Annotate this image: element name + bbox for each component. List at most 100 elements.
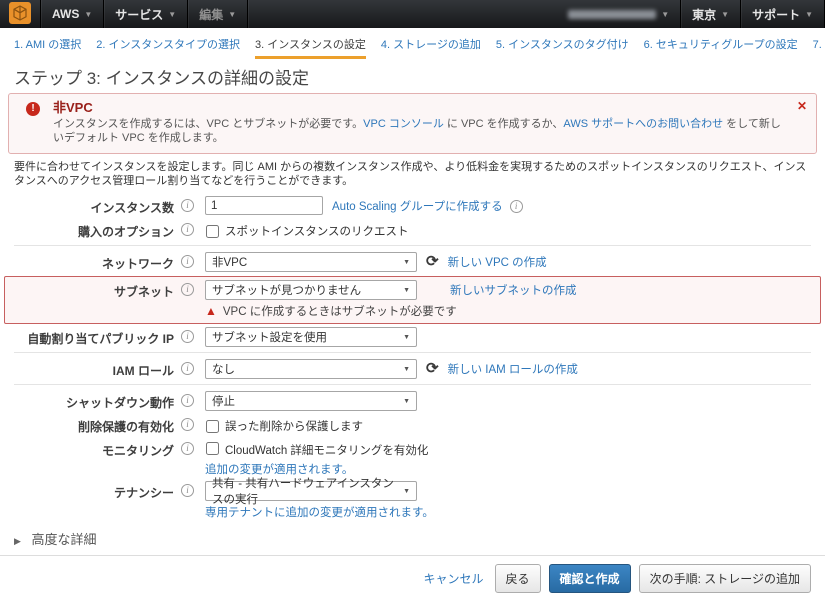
subnet-warning-text: VPC に作成するときはサブネットが必要です xyxy=(223,303,457,319)
vpc-console-link[interactable]: VPC コンソール xyxy=(363,118,444,130)
subnet-error-highlight: サブネット i サブネットが見つかりません ▼ 新しいサブネットの作成 ▲ VP… xyxy=(4,276,821,324)
subnet-select-value: サブネットが見つかりません xyxy=(212,282,361,298)
refresh-icon[interactable]: ⟳ xyxy=(426,360,439,378)
info-icon[interactable]: i xyxy=(181,283,194,296)
spot-instance-checkbox-label: スポットインスタンスのリクエスト xyxy=(225,220,409,239)
instance-count-input[interactable] xyxy=(205,196,323,215)
purchase-option-row: 購入のオプション i スポットインスタンスのリクエスト xyxy=(14,220,811,240)
create-iam-role-link[interactable]: 新しい IAM ロールの作成 xyxy=(448,361,578,377)
create-subnet-link[interactable]: 新しいサブネットの作成 xyxy=(450,282,577,298)
instance-count-label: インスタンス数 xyxy=(14,196,174,216)
info-icon[interactable]: i xyxy=(181,255,194,268)
network-select-value: 非VPC xyxy=(212,254,247,270)
cancel-link[interactable]: キャンセル xyxy=(424,570,484,587)
spot-instance-checkbox[interactable] xyxy=(206,225,219,238)
info-icon[interactable]: i xyxy=(181,418,194,431)
info-icon[interactable]: i xyxy=(181,362,194,375)
info-icon[interactable]: i xyxy=(181,442,194,455)
advanced-details-expander[interactable]: ▶ 高度な詳細 xyxy=(14,529,811,548)
tenancy-row: テナンシー i 共有 - 共有ハードウェアインスタンスの実行 ▼ 専用テナントに… xyxy=(14,481,811,520)
services-menu[interactable]: サービス ▼ xyxy=(104,0,188,28)
region-menu[interactable]: 東京 ▼ xyxy=(681,0,741,28)
refresh-icon[interactable]: ⟳ xyxy=(426,253,439,271)
chevron-down-icon: ▼ xyxy=(661,10,669,19)
chevron-down-icon: ▼ xyxy=(168,10,176,19)
aws-cube-logo-icon xyxy=(9,2,31,27)
iam-role-row: IAM ロール i なし ▼ ⟳ 新しい IAM ロールの作成 xyxy=(14,359,811,379)
aws-menu[interactable]: AWS ▼ xyxy=(41,0,104,28)
chevron-down-icon: ▼ xyxy=(403,259,410,266)
public-ip-row: 自動割り当てパブリック IP i サブネット設定を使用 ▼ xyxy=(14,327,811,347)
chevron-down-icon: ▼ xyxy=(721,10,729,19)
support-menu[interactable]: サポート ▼ xyxy=(741,0,825,28)
chevron-down-icon: ▼ xyxy=(403,287,410,294)
info-icon[interactable]: i xyxy=(510,200,523,213)
no-vpc-error-banner: ! ✕ 非VPC インスタンスを作成するには、VPC とサブネットが必要です。V… xyxy=(8,93,817,154)
step-6-security-group[interactable]: 6. セキュリティグループの設定 xyxy=(644,36,798,59)
auto-scaling-group-link[interactable]: Auto Scaling グループに作成する xyxy=(332,198,503,214)
page-title: ステップ 3: インスタンスの詳細の設定 xyxy=(14,64,811,89)
termination-protection-label: 削除保護の有効化 xyxy=(14,415,174,435)
subnet-row: サブネット i サブネットが見つかりません ▼ 新しいサブネットの作成 ▲ VP… xyxy=(14,280,810,319)
step-3-configure-instance[interactable]: 3. インスタンスの設定 xyxy=(255,36,366,59)
user-name-redacted xyxy=(568,10,656,19)
tenancy-note-link[interactable]: 専用テナントに追加の変更が適用されます。 xyxy=(205,504,434,520)
back-button[interactable]: 戻る xyxy=(495,564,541,593)
step-1-choose-ami[interactable]: 1. AMI の選択 xyxy=(14,36,81,59)
info-icon[interactable]: i xyxy=(181,330,194,343)
step-5-tag-instance[interactable]: 5. インスタンスのタグ付け xyxy=(496,36,629,59)
network-select[interactable]: 非VPC ▼ xyxy=(205,252,417,272)
step-2-instance-type[interactable]: 2. インスタンスタイプの選択 xyxy=(96,36,240,59)
monitoring-label: モニタリング xyxy=(14,439,174,459)
chevron-down-icon: ▼ xyxy=(84,10,92,19)
error-text-part2: に VPC を作成するか、 xyxy=(444,118,564,130)
subnet-select[interactable]: サブネットが見つかりません ▼ xyxy=(205,280,417,300)
tenancy-label: テナンシー xyxy=(14,481,174,501)
wizard-footer: キャンセル 戻る 確認と作成 次の手順: ストレージの追加 xyxy=(0,556,825,593)
cloudwatch-monitoring-checkbox-label: CloudWatch 詳細モニタリングを有効化 xyxy=(225,439,428,458)
shutdown-behavior-row: シャットダウン動作 i 停止 ▼ xyxy=(14,391,811,411)
iam-role-label: IAM ロール xyxy=(14,359,174,379)
purchase-option-label: 購入のオプション xyxy=(14,220,174,240)
subnet-label: サブネット xyxy=(14,280,174,300)
region-menu-label: 東京 xyxy=(692,6,716,23)
close-icon[interactable]: ✕ xyxy=(797,99,807,113)
info-icon[interactable]: i xyxy=(181,394,194,407)
shutdown-behavior-select-value: 停止 xyxy=(212,393,235,409)
termination-protection-checkbox-label: 誤った削除から保護します xyxy=(225,415,363,434)
user-account-menu[interactable]: ▼ xyxy=(557,0,681,28)
edit-menu[interactable]: 編集 ▼ xyxy=(188,0,248,28)
aws-support-link[interactable]: AWS サポートへのお問い合わせ xyxy=(563,118,723,130)
tenancy-select[interactable]: 共有 - 共有ハードウェアインスタンスの実行 ▼ xyxy=(205,481,417,501)
info-icon[interactable]: i xyxy=(181,223,194,236)
public-ip-select[interactable]: サブネット設定を使用 ▼ xyxy=(205,327,417,347)
termination-protection-checkbox[interactable] xyxy=(206,420,219,433)
step-4-add-storage[interactable]: 4. ストレージの追加 xyxy=(381,36,481,59)
cloudwatch-monitoring-checkbox[interactable] xyxy=(206,442,219,455)
error-text-part1: インスタンスを作成するには、VPC とサブネットが必要です。 xyxy=(53,118,363,130)
info-icon[interactable]: i xyxy=(181,484,194,497)
divider xyxy=(14,384,811,385)
termination-protection-row: 削除保護の有効化 i 誤った削除から保護します xyxy=(14,415,811,435)
network-row: ネットワーク i 非VPC ▼ ⟳ 新しい VPC の作成 xyxy=(14,252,811,272)
error-icon: ! xyxy=(26,102,40,116)
public-ip-label: 自動割り当てパブリック IP xyxy=(14,327,174,347)
tenancy-select-value: 共有 - 共有ハードウェアインスタンスの実行 xyxy=(212,475,399,507)
step-7-review[interactable]: 7. 確認 xyxy=(813,36,825,59)
divider xyxy=(14,245,811,246)
iam-role-select[interactable]: なし ▼ xyxy=(205,359,417,379)
next-add-storage-button[interactable]: 次の手順: ストレージの追加 xyxy=(639,564,811,593)
error-message: インスタンスを作成するには、VPC とサブネットが必要です。VPC コンソール … xyxy=(53,117,790,145)
aws-home-button[interactable] xyxy=(0,0,41,28)
create-vpc-link[interactable]: 新しい VPC の作成 xyxy=(448,254,547,270)
review-and-launch-button[interactable]: 確認と作成 xyxy=(549,564,631,593)
shutdown-behavior-select[interactable]: 停止 ▼ xyxy=(205,391,417,411)
info-icon[interactable]: i xyxy=(181,199,194,212)
configure-instance-form: インスタンス数 i Auto Scaling グループに作成する i 購入のオプ… xyxy=(0,196,825,520)
chevron-down-icon: ▼ xyxy=(228,10,236,19)
public-ip-select-value: サブネット設定を使用 xyxy=(212,329,327,345)
services-menu-label: サービス xyxy=(115,6,163,23)
instance-count-row: インスタンス数 i Auto Scaling グループに作成する i xyxy=(14,196,811,216)
chevron-down-icon: ▼ xyxy=(403,334,410,341)
monitoring-row: モニタリング i CloudWatch 詳細モニタリングを有効化 追加の変更が適… xyxy=(14,439,811,477)
